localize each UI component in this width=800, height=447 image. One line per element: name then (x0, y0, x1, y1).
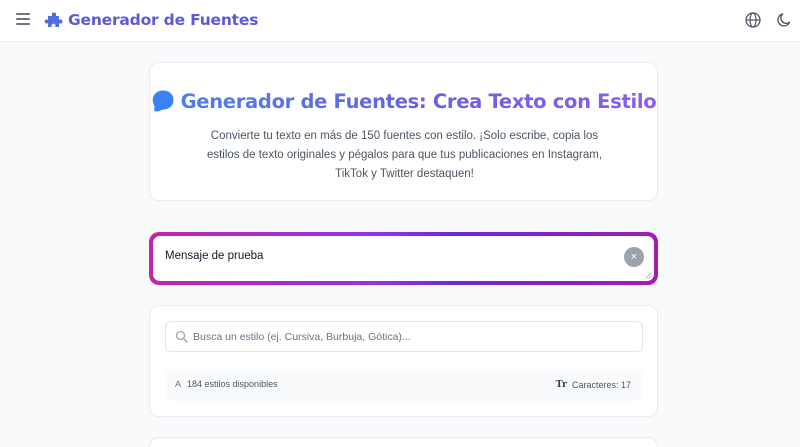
page-title: Generador de Fuentes: Crea Texto con Est… (180, 89, 657, 113)
text-size-icon: Tr (555, 379, 567, 390)
hamburger-icon-line (16, 23, 30, 25)
styles-count-label: 184 estilos disponibles (187, 379, 278, 389)
hamburger-icon-line (16, 13, 30, 15)
text-input-value[interactable]: Mensaje de prueba (165, 250, 263, 262)
font-glyph-icon: A (175, 379, 182, 389)
blob-icon (152, 90, 174, 112)
hero-card: Generador de Fuentes: Crea Texto con Est… (149, 62, 658, 201)
search-input[interactable] (193, 322, 633, 351)
search-box[interactable] (165, 321, 643, 352)
menu-button[interactable] (16, 13, 30, 25)
resize-handle-icon[interactable] (645, 272, 652, 279)
hero-description: Convierte tu texto en más de 150 fuentes… (206, 130, 603, 180)
styles-count: A 184 estilos disponibles (175, 379, 278, 389)
globe-icon[interactable] (744, 11, 762, 29)
moon-icon[interactable] (775, 11, 793, 29)
char-count-label: Caracteres: 17 (571, 379, 631, 390)
hero-title-row: Generador de Fuentes: Crea Texto con Est… (150, 89, 657, 113)
char-count: Tr Caracteres: 17 (556, 379, 631, 390)
text-input[interactable]: Mensaje de prueba × (153, 236, 654, 281)
puzzle-icon (44, 12, 63, 27)
style-search-card: A 184 estilos disponibles Tr Caracteres:… (149, 305, 658, 417)
search-icon (175, 330, 188, 343)
brand-title[interactable]: Generador de Fuentes (68, 11, 258, 29)
stats-bar: A 184 estilos disponibles Tr Caracteres:… (165, 369, 643, 401)
results-card (149, 437, 658, 447)
text-input-frame: Mensaje de prueba × (149, 232, 658, 285)
top-nav: Generador de Fuentes (0, 0, 800, 42)
clear-button[interactable]: × (624, 247, 644, 267)
hamburger-icon-line (16, 18, 30, 20)
